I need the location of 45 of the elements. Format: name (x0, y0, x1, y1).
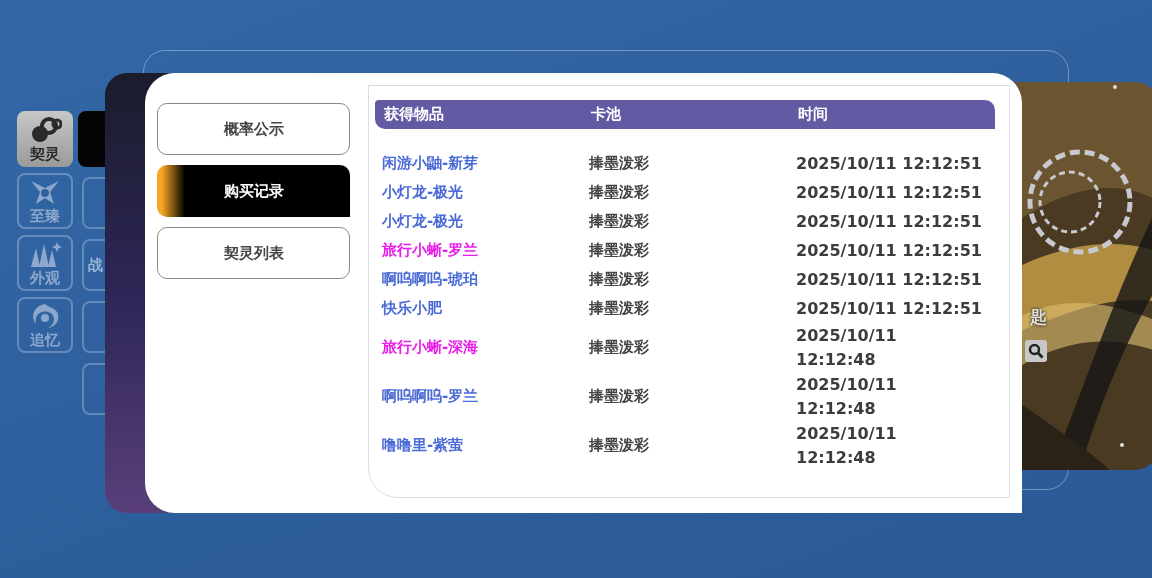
nav-label: 契灵 (30, 145, 60, 164)
search-icon (1028, 343, 1044, 359)
nav-label: 至臻 (30, 207, 60, 226)
time-cell-text: 2025/10/11 12:12:51 (796, 181, 983, 204)
time-cell-text: 2025/10/11 12:12:51 (796, 210, 983, 233)
item-cell-text: 旅行小蜥-深海 (382, 338, 480, 357)
pool-cell-text: 捧墨泼彩 (589, 270, 650, 289)
sub-tab[interactable] (78, 111, 105, 167)
pool-cell-text: 捧墨泼彩 (589, 241, 650, 260)
time-cell-text: 2025/10/11 12:12:48 (796, 422, 898, 469)
pool-cell-text: 捧墨泼彩 (589, 299, 650, 318)
pool-cell-text: 捧墨泼彩 (589, 212, 650, 231)
banner-title: 匙 (1030, 306, 1047, 329)
pool-cell-text: 捧墨泼彩 (589, 338, 650, 357)
sub-tab-label: 战 (88, 255, 103, 275)
time-cell-text: 2025/10/11 12:12:51 (796, 152, 983, 175)
search-button[interactable] (1025, 340, 1047, 362)
item-cell-text: 小灯龙-极光 (382, 212, 465, 231)
item-cell-text: 旅行小蜥-罗兰 (382, 241, 480, 260)
item-cell-text: 快乐小肥 (382, 299, 443, 318)
time-cell-text: 2025/10/11 12:12:51 (796, 297, 983, 320)
item-cell-text: 闲游小鼬-新芽 (382, 154, 480, 173)
item-cell-text: 啊呜啊呜-琥珀 (382, 270, 480, 289)
nav-label: 追忆 (30, 331, 60, 350)
crest-icon (28, 178, 62, 206)
time-cell-text: 2025/10/11 12:12:51 (796, 268, 983, 291)
nav-label: 外观 (30, 269, 60, 288)
column-header: 卡池 (591, 105, 622, 124)
menu-button[interactable]: 契灵列表 (157, 227, 350, 279)
nav-tab[interactable]: 契灵 (17, 111, 73, 167)
column-header: 时间 (798, 105, 829, 124)
sparkle-icon (28, 240, 62, 268)
pool-cell-text: 捧墨泼彩 (589, 154, 650, 173)
column-header: 获得物品 (384, 105, 445, 124)
time-cell-text: 2025/10/11 12:12:48 (796, 324, 898, 371)
pool-cell-text: 捧墨泼彩 (589, 387, 650, 406)
time-cell-text: 2025/10/11 12:12:51 (796, 239, 983, 262)
pool-cell-text: 捧墨泼彩 (589, 183, 650, 202)
item-cell-text: 啊呜啊呜-罗兰 (382, 387, 480, 406)
item-cell-text: 噜噜里-紫萤 (382, 436, 465, 455)
pool-cell-text: 捧墨泼彩 (589, 436, 650, 455)
menu-button[interactable]: 购买记录 (157, 165, 350, 217)
time-cell-text: 2025/10/11 12:12:48 (796, 373, 898, 420)
item-cell-text: 小灯龙-极光 (382, 183, 465, 202)
menu-button[interactable]: 概率公示 (157, 103, 350, 155)
